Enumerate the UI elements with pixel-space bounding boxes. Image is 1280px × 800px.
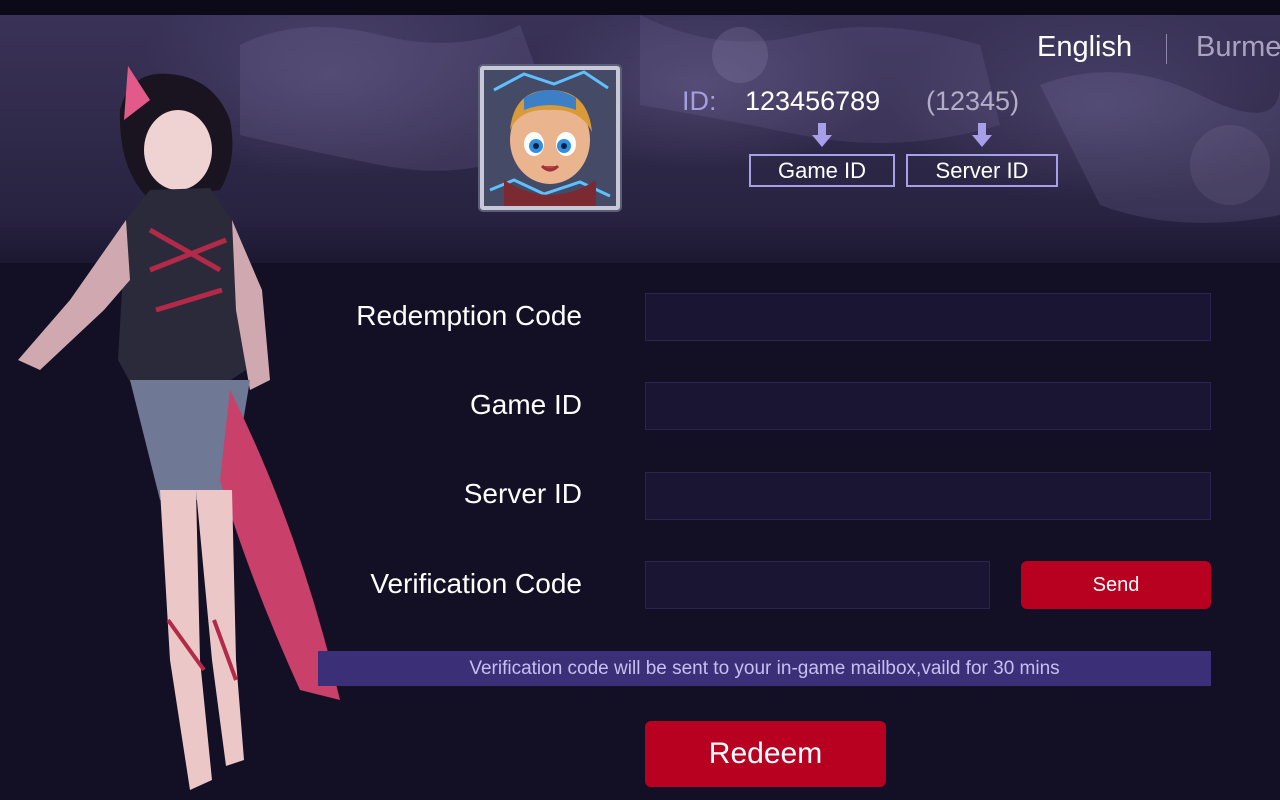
redemption-code-label: Redemption Code bbox=[356, 300, 582, 331]
language-burmese[interactable]: Burme bbox=[1196, 31, 1280, 64]
top-bar bbox=[0, 0, 1280, 15]
game-id-example: 123456789 bbox=[745, 86, 881, 116]
arrow-down-icon bbox=[972, 123, 992, 147]
server-id-label: Server ID bbox=[463, 478, 582, 509]
arrow-down-icon bbox=[812, 123, 832, 147]
redemption-code-input[interactable] bbox=[645, 293, 1211, 341]
redeem-button[interactable]: Redeem bbox=[645, 721, 886, 787]
language-separator bbox=[1166, 34, 1167, 64]
game-id-input[interactable] bbox=[645, 382, 1211, 430]
language-english[interactable]: English bbox=[1037, 31, 1132, 64]
id-label: ID: bbox=[682, 86, 717, 116]
hero-portrait-icon bbox=[480, 66, 620, 210]
send-code-button[interactable]: Send bbox=[1021, 561, 1211, 609]
verification-code-input[interactable] bbox=[645, 561, 990, 609]
verification-notice: Verification code will be sent to your i… bbox=[318, 651, 1211, 686]
game-id-tag: Game ID bbox=[749, 154, 895, 187]
server-id-example: (12345) bbox=[926, 86, 1020, 116]
verification-code-label: Verification Code bbox=[370, 568, 582, 599]
game-id-label: Game ID bbox=[469, 389, 582, 420]
server-id-input[interactable] bbox=[645, 472, 1211, 520]
server-id-tag: Server ID bbox=[906, 154, 1058, 187]
hero-character-illustration bbox=[18, 66, 340, 790]
